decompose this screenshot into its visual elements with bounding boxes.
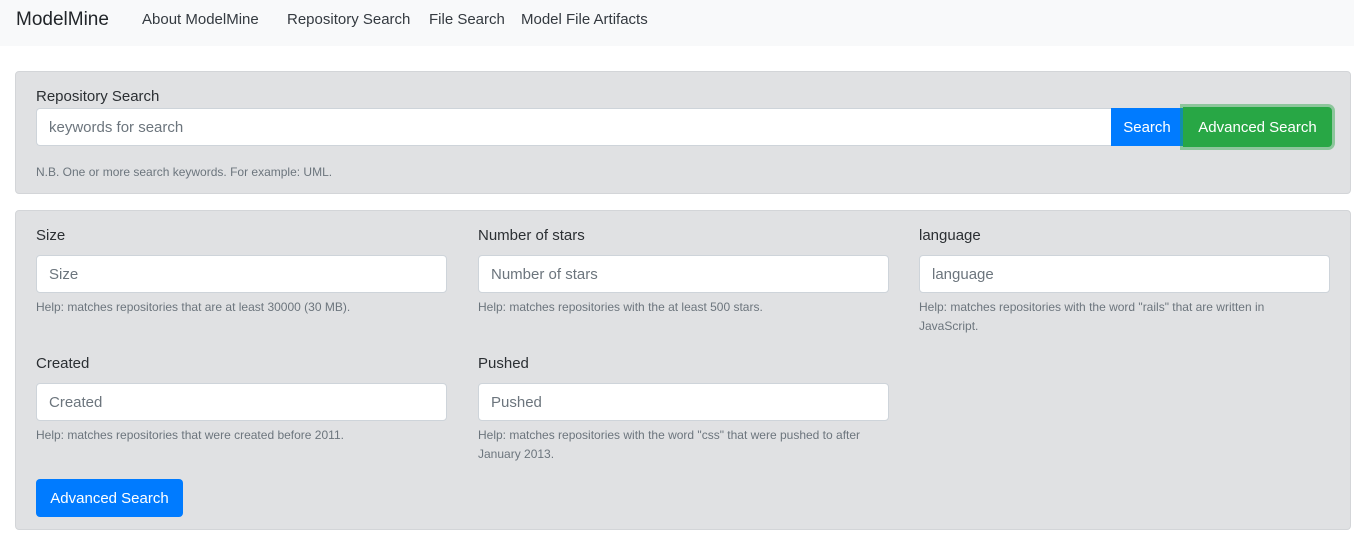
nav-about[interactable]: About ModelMine: [142, 11, 259, 28]
nav-model-file-artifacts[interactable]: Model File Artifacts: [521, 11, 648, 28]
pushed-input[interactable]: [478, 383, 889, 421]
language-help: Help: matches repositories with the word…: [919, 300, 1265, 333]
repository-search-label: Repository Search: [36, 88, 160, 105]
nav-repository-search[interactable]: Repository Search: [287, 11, 410, 28]
stars-help: Help: matches repositories with the at l…: [478, 300, 763, 314]
pushed-label: Pushed: [478, 355, 529, 372]
created-input[interactable]: [36, 383, 447, 421]
advanced-search-card: Size Help: matches repositories that are…: [15, 210, 1351, 530]
language-label: language: [919, 227, 981, 244]
stars-input[interactable]: [478, 255, 889, 293]
search-button[interactable]: Search: [1111, 108, 1183, 146]
size-input[interactable]: [36, 255, 447, 293]
advanced-search-toggle-button[interactable]: Advanced Search: [1183, 107, 1332, 147]
brand-link[interactable]: ModelMine: [16, 9, 109, 31]
language-input[interactable]: [919, 255, 1330, 293]
created-help: Help: matches repositories that were cre…: [36, 428, 344, 442]
size-label: Size: [36, 227, 66, 244]
repository-search-card: Repository Search Search Advanced Search…: [15, 71, 1351, 194]
repository-search-help: N.B. One or more search keywords. For ex…: [36, 165, 333, 179]
keywords-search-input[interactable]: [36, 108, 1112, 146]
stars-label: Number of stars: [478, 227, 585, 244]
pushed-help: Help: matches repositories with the word…: [478, 428, 861, 461]
advanced-search-submit-button[interactable]: Advanced Search: [36, 479, 183, 517]
nav-file-search[interactable]: File Search: [429, 11, 505, 28]
created-label: Created: [36, 355, 90, 372]
navbar: ModelMine About ModelMine Repository Sea…: [0, 0, 1354, 46]
size-help: Help: matches repositories that are at l…: [36, 300, 351, 314]
